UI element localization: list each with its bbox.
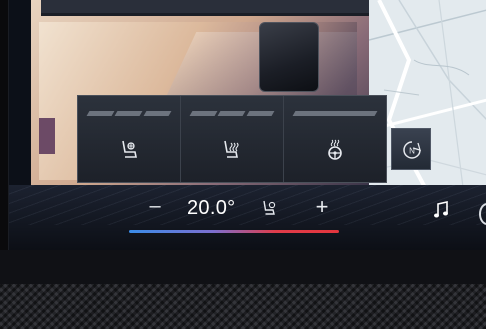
phone-tile[interactable]	[259, 22, 319, 92]
map-fade-overlay	[9, 185, 486, 225]
seat-ventilation-level	[86, 111, 172, 116]
temperature-gradient-line	[129, 230, 339, 233]
seat-heating-icon	[224, 140, 239, 158]
seat-climate-icon[interactable]	[261, 199, 279, 217]
infotainment-display: N – 20.0° +	[8, 0, 486, 250]
music-note-icon[interactable]	[433, 201, 449, 219]
seat-ventilation-icon	[122, 140, 137, 158]
steering-wheel-heat-icon	[328, 139, 342, 160]
seat-ventilation-button[interactable]	[78, 96, 181, 182]
seat-climate-panel	[77, 95, 387, 183]
carbon-fiber-trim	[0, 284, 486, 329]
projection-header	[41, 0, 369, 16]
north-up-button[interactable]: N	[391, 128, 431, 170]
temperature-increase-button[interactable]: +	[311, 194, 333, 220]
seat-heating-level	[189, 111, 275, 116]
temperature-decrease-button[interactable]: –	[145, 195, 165, 218]
steering-wheel-heating-button[interactable]	[284, 96, 386, 182]
compass-icon: N	[403, 141, 421, 159]
north-label: N	[409, 147, 415, 156]
dashboard-trim	[0, 250, 486, 284]
seat-heating-button[interactable]	[181, 96, 284, 182]
temperature-display[interactable]: 20.0°	[187, 197, 235, 220]
steering-wheel-heating-level	[292, 111, 378, 116]
projection-side-tab[interactable]	[39, 118, 55, 154]
climate-bar: – 20.0° +	[9, 185, 486, 250]
